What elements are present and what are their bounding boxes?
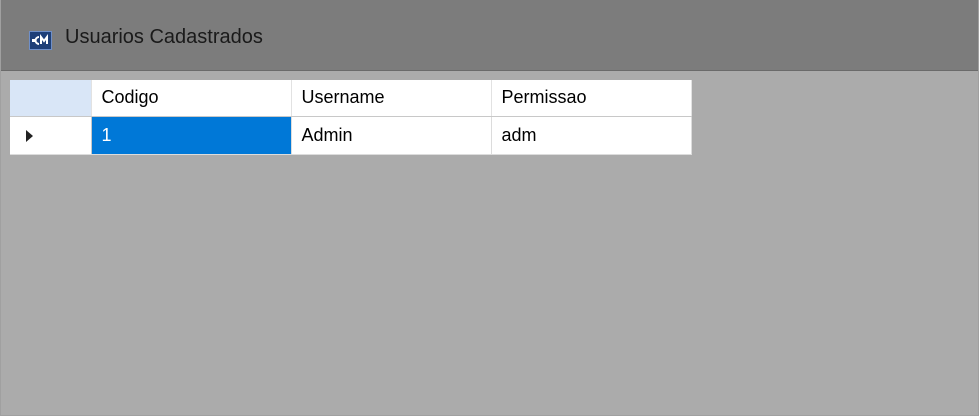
users-window: Usuarios Cadastrados Codigo Username Per… [0,0,979,416]
app-logo-glyph [32,34,48,45]
users-data-grid[interactable]: Codigo Username Permissao 1 Admin adm [10,80,692,155]
grid-header-row: Codigo Username Permissao [10,80,692,117]
window-title: Usuarios Cadastrados [65,26,263,48]
current-row-pointer-icon [26,129,33,142]
cell-permissao[interactable]: adm [491,116,692,155]
grid-corner-header[interactable] [10,80,92,117]
cell-username[interactable]: Admin [291,116,492,155]
column-header-permissao[interactable]: Permissao [491,80,692,117]
column-header-codigo[interactable]: Codigo [91,80,292,117]
title-bar[interactable]: Usuarios Cadastrados [1,0,978,71]
cell-codigo[interactable]: 1 [91,116,292,155]
table-row[interactable]: 1 Admin adm [10,116,692,155]
row-header[interactable] [10,116,92,155]
app-logo-icon [29,31,52,50]
column-header-username[interactable]: Username [291,80,492,117]
